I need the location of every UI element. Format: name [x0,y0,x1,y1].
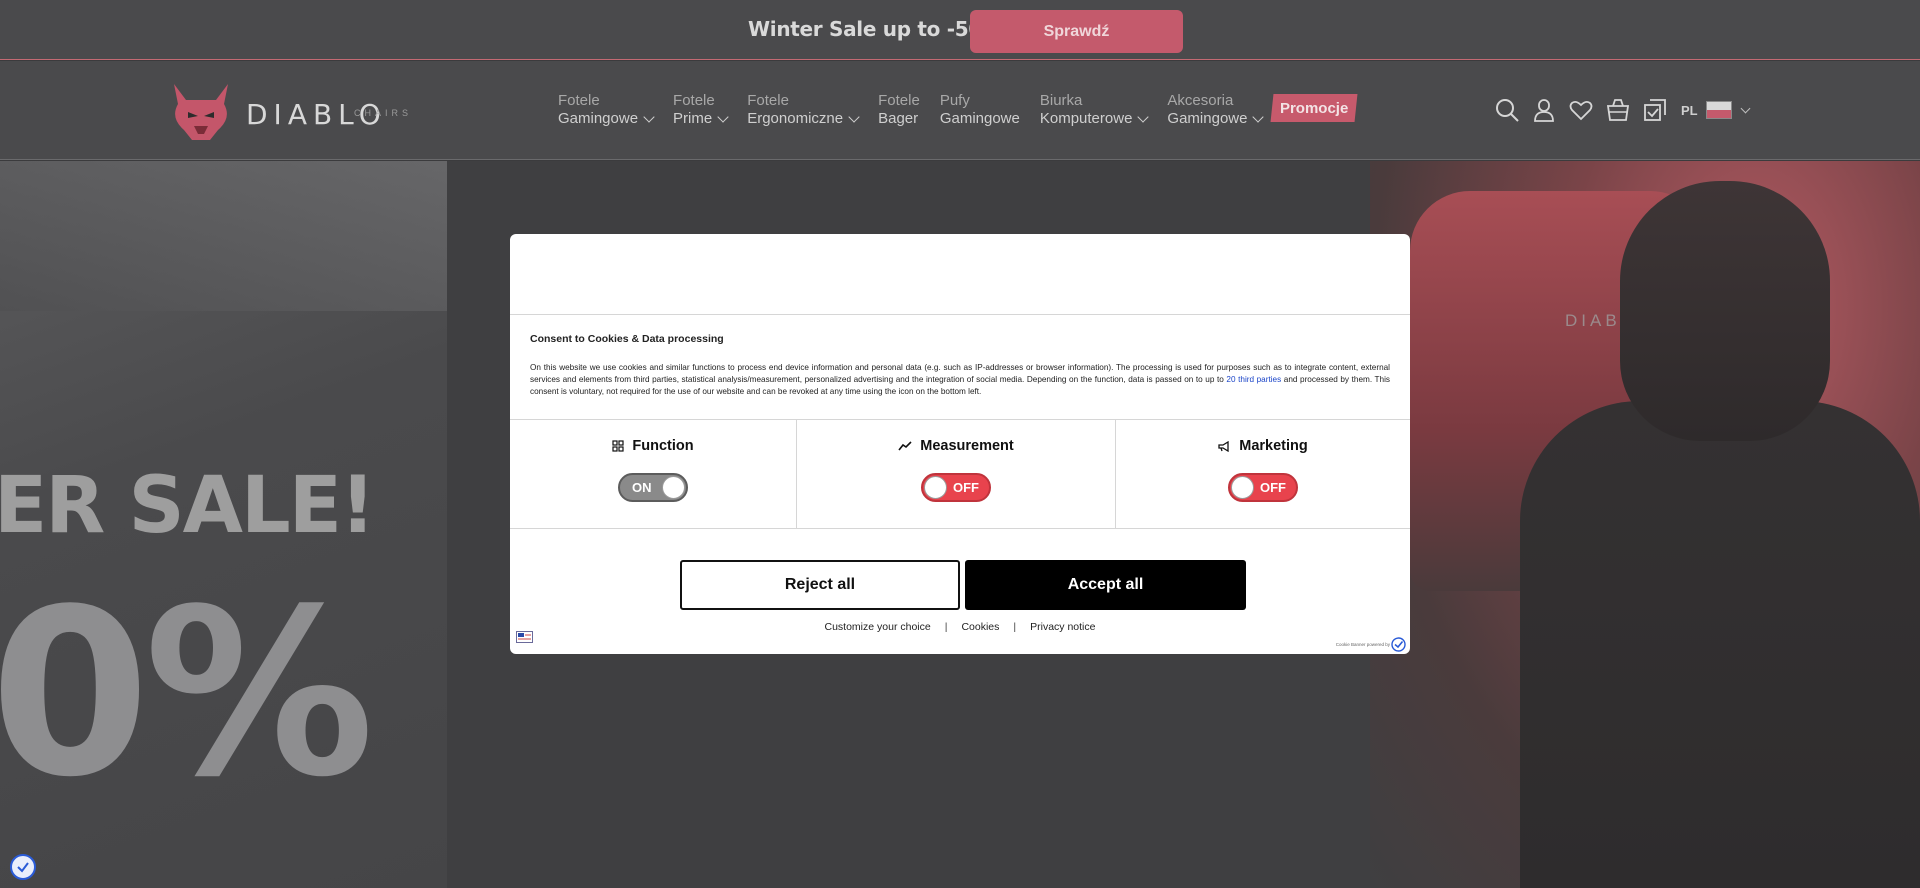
nav-gaming-poufs[interactable]: Pufy Gamingowe [940,92,1020,128]
nav-gaming-chairs[interactable]: Fotele Gamingowe [558,92,655,128]
category-function: Function ON [510,420,796,528]
category-measurement: Measurement OFF [796,420,1115,528]
language-select-icon[interactable] [516,631,533,643]
category-label: Function [632,438,694,454]
nav-item-line2: Gamingowe [558,110,639,127]
consent-description: On this website we use cookies and simil… [530,362,1390,398]
consent-provider-logo-icon [1391,637,1406,652]
consent-links: Customize your choice | Cookies | Privac… [510,621,1410,633]
nav-gaming-accessories[interactable]: Akcesoria Gamingowe [1167,92,1265,128]
reject-all-button[interactable]: Reject all [680,560,960,610]
nav-ergonomic-chairs[interactable]: Fotele Ergonomiczne [747,92,860,128]
chevron-down-icon [717,111,729,123]
consent-categories: Function ON Measurement OFF Marketing OF… [510,419,1410,529]
toggle-knob [924,476,947,499]
consent-title: Consent to Cookies & Data processing [530,333,724,345]
heart-icon[interactable] [1568,97,1594,123]
chevron-down-icon [848,111,860,123]
link-separator: | [944,621,948,633]
chevron-down-icon [1137,111,1150,123]
chevron-down-icon[interactable] [1740,103,1751,113]
logo-subtitle: CHAIRS [354,108,413,118]
nav-item-line1: Fotele [747,92,789,109]
chevron-down-icon [643,111,655,123]
measurement-toggle[interactable]: OFF [921,473,991,502]
nav-computer-desks[interactable]: Biurka Komputerowe [1039,92,1150,128]
consent-settings-button[interactable] [10,854,36,880]
third-parties-link[interactable]: 20 third parties [1226,375,1281,384]
nav-item-line1: Biurka [1039,92,1083,109]
toggle-state: ON [632,480,652,495]
hero-figure-body [1520,401,1920,888]
poland-flag-icon[interactable] [1705,101,1732,119]
promo-bar: Winter Sale up to -50% Sprawdź [0,0,1920,60]
toggle-state: OFF [953,480,979,495]
nav-item-line2: Prime [673,110,713,127]
category-marketing: Marketing OFF [1115,420,1410,528]
nav-item-line1: Fotele [558,92,600,109]
language-code[interactable]: PL [1681,103,1698,118]
cookie-consent-dialog: Consent to Cookies & Data processing On … [510,234,1410,654]
cookies-link[interactable]: Cookies [961,621,999,633]
nav-item-line1: Fotele [878,92,920,109]
nav-item-line2: Ergonomiczne [747,110,844,127]
search-icon[interactable] [1494,97,1520,123]
privacy-notice-link[interactable]: Privacy notice [1030,621,1095,633]
nav-item-line2: Bager [878,110,919,127]
main-nav: Fotele Gamingowe Fotele Prime Fotele Erg… [558,92,1282,128]
nav-item-line1: Fotele [673,92,715,109]
hero-left-texture [0,161,447,311]
nav-promotions[interactable]: Promocje [1270,94,1358,122]
function-toggle[interactable]: ON [618,473,688,502]
category-label: Marketing [1239,438,1308,454]
hero-percent-text: 0% [0,561,374,828]
toggle-state: OFF [1260,480,1286,495]
megaphone-icon [1218,440,1229,452]
nav-prime-chairs[interactable]: Fotele Prime [673,92,729,128]
nav-bager-chairs[interactable]: Fotele Bager [878,92,920,128]
link-separator: | [1013,621,1017,633]
logo[interactable]: DIABLO CHAIRS [166,78,408,144]
toggle-knob [662,476,685,499]
chart-icon [898,441,912,451]
nav-item-line1: Akcesoria [1167,92,1234,109]
category-label: Measurement [920,438,1014,454]
hero-sale-text: ER SALE! [0,461,376,551]
promo-text: Winter Sale up to -50% [748,17,1002,41]
nav-item-line1: Pufy [939,92,970,109]
nav-item-line2: Komputerowe [1039,110,1133,127]
powered-by-text: Cookie Banner powered by [1335,642,1390,647]
puzzle-icon [612,440,624,452]
customize-choice-link[interactable]: Customize your choice [825,621,931,633]
user-icon[interactable] [1531,97,1557,123]
toggle-knob [1231,476,1254,499]
accept-all-button[interactable]: Accept all [965,560,1246,610]
promo-check-button[interactable]: Sprawdź [970,10,1183,53]
nav-item-line2: Gamingowe [939,110,1020,127]
header-icons: PL [1494,97,1751,123]
nav-item-line2: Gamingowe [1167,110,1248,127]
marketing-toggle[interactable]: OFF [1228,473,1298,502]
check-badge-icon [17,862,29,873]
demon-logo-icon [174,84,228,140]
consent-header-area [510,234,1410,315]
chevron-down-icon [1252,111,1265,123]
hero-figure-head [1620,181,1830,441]
cart-icon[interactable] [1605,97,1631,123]
site-header: DIABLO CHAIRS Fotele Gamingowe Fotele Pr… [0,61,1920,160]
compare-icon[interactable] [1642,97,1668,123]
nav-promotions-label: Promocje [1280,99,1349,117]
